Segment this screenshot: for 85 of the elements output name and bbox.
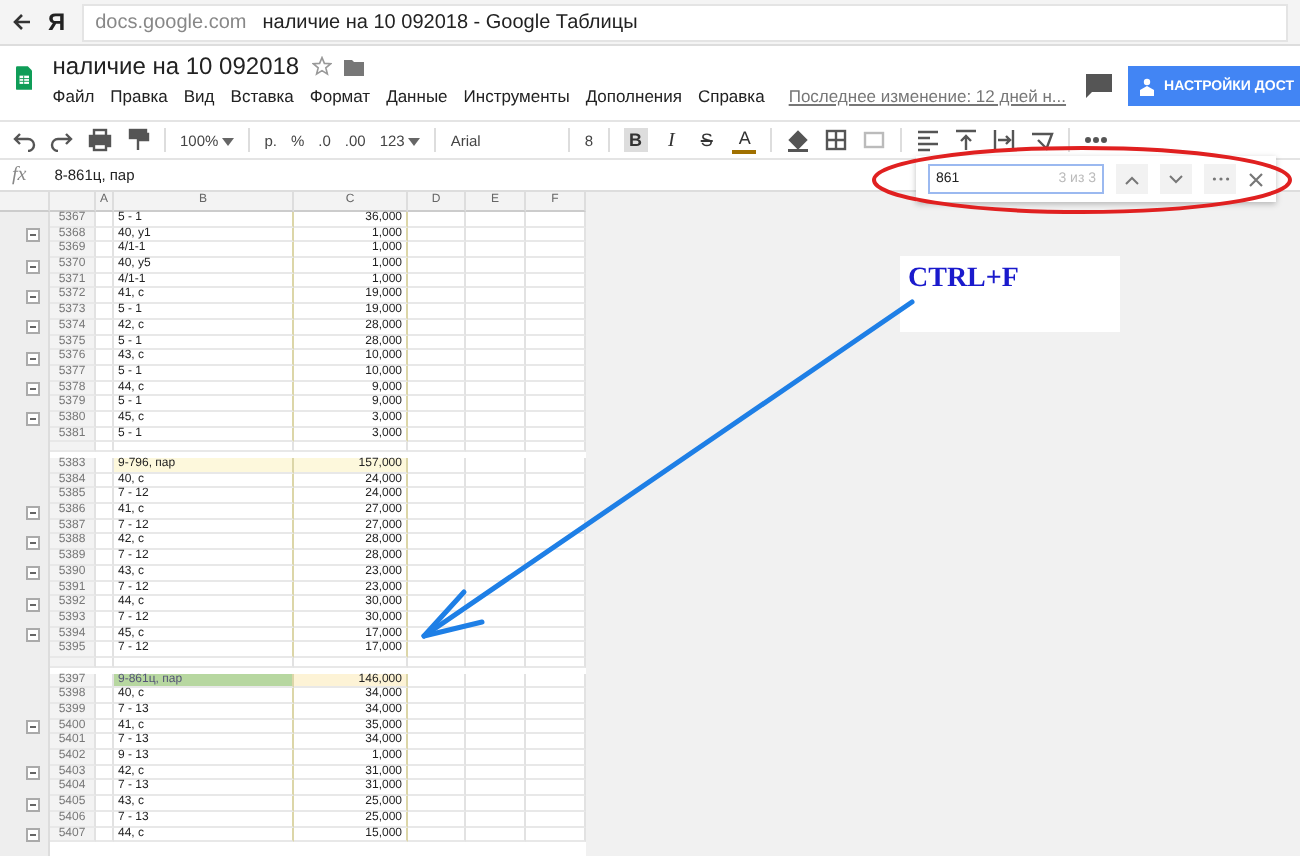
collapse-toggle-icon[interactable] <box>26 597 40 612</box>
collapse-toggle-icon[interactable] <box>26 351 40 366</box>
collapse-toggle-icon[interactable] <box>26 412 40 427</box>
star-icon[interactable] <box>311 56 332 76</box>
merge-cells-icon[interactable] <box>862 128 887 152</box>
empty-cell <box>466 734 526 751</box>
empty-cell <box>408 411 466 428</box>
chevron-down-icon <box>1168 173 1184 185</box>
chevron-up-icon <box>1124 173 1140 185</box>
collapse-toggle-icon[interactable] <box>26 828 40 842</box>
empty-cell <box>408 780 466 797</box>
bold-button[interactable]: B <box>623 128 649 152</box>
empty-cell <box>526 288 586 305</box>
text-rotate-icon[interactable] <box>1030 128 1055 152</box>
empty-cell <box>466 488 526 505</box>
menu-item[interactable]: Справка <box>697 86 765 106</box>
fill-color-icon[interactable] <box>786 128 811 152</box>
formula-label: fx <box>12 164 27 186</box>
italic-button[interactable]: I <box>662 127 681 153</box>
empty-cell <box>466 534 526 551</box>
empty-cell <box>526 242 586 259</box>
menu-item[interactable]: Инструменты <box>463 86 570 106</box>
collapse-toggle-icon[interactable] <box>26 320 40 335</box>
document-title[interactable]: наличие на 10 092018 <box>52 52 300 80</box>
browser-logo[interactable]: Я <box>48 8 66 36</box>
empty-cell <box>526 534 586 551</box>
collapse-toggle-icon[interactable] <box>26 259 40 274</box>
collapse-toggle-icon[interactable] <box>26 766 40 781</box>
collapse-toggle-icon[interactable] <box>26 566 40 581</box>
menu-item[interactable]: Правка <box>110 86 168 106</box>
vertical-align-icon[interactable] <box>954 128 979 152</box>
back-arrow-icon[interactable] <box>12 12 32 32</box>
address-bar[interactable]: docs.google.com наличие на 10 092018 - Google Таблицы <box>81 3 1288 41</box>
shortcut-label: CTRL+F <box>900 256 1120 332</box>
folder-icon[interactable] <box>343 57 364 75</box>
empty-cell <box>526 365 586 382</box>
empty-cell <box>526 411 586 428</box>
empty-cell <box>526 780 586 797</box>
menu-item[interactable]: Формат <box>309 86 371 106</box>
empty-cell <box>466 242 526 259</box>
menu-item[interactable]: Вид <box>183 86 215 106</box>
menu-item[interactable]: Файл <box>52 86 95 106</box>
empty-cell <box>408 734 466 751</box>
undo-icon[interactable] <box>12 128 36 152</box>
align-left-icon[interactable] <box>916 128 941 152</box>
collapse-toggle-icon[interactable] <box>26 628 40 643</box>
paint-format-icon[interactable] <box>126 128 150 152</box>
collapse-toggle-icon[interactable] <box>26 228 40 243</box>
menu-item[interactable]: Вставка <box>230 86 294 106</box>
menu-item[interactable]: Дополнения <box>585 86 682 106</box>
text-color-button[interactable]: A <box>732 127 757 153</box>
menu-item[interactable]: Данные <box>386 86 448 106</box>
next-match-button[interactable] <box>1160 164 1192 194</box>
empty-cell <box>408 365 466 382</box>
empty-cell <box>408 611 466 628</box>
text-wrap-icon[interactable] <box>992 128 1017 152</box>
more-icon <box>1211 176 1229 182</box>
collapse-toggle-icon[interactable] <box>26 720 40 735</box>
collapse-toggle-icon[interactable] <box>26 535 40 550</box>
empty-cell <box>466 288 526 305</box>
empty-cell <box>526 611 586 628</box>
close-icon[interactable] <box>1248 171 1264 187</box>
collapse-toggle-icon[interactable] <box>26 289 40 304</box>
empty-cell <box>466 780 526 797</box>
comment-icon[interactable] <box>1086 74 1113 98</box>
print-icon[interactable] <box>88 128 112 152</box>
empty-cell <box>408 534 466 551</box>
collapse-toggle-icon[interactable] <box>26 797 40 812</box>
collapse-toggle-icon[interactable] <box>26 382 40 397</box>
empty-cell <box>408 242 466 259</box>
empty-cell <box>408 488 466 505</box>
previous-match-button[interactable] <box>1116 164 1148 194</box>
empty-cell <box>466 411 526 428</box>
caret-icon <box>222 137 235 145</box>
empty-cell <box>526 734 586 751</box>
empty-cell <box>526 488 586 505</box>
empty-cell <box>466 365 526 382</box>
empty-cell <box>408 288 466 305</box>
collapse-toggle-icon[interactable] <box>26 505 40 520</box>
borders-icon[interactable] <box>824 128 849 152</box>
strikethrough-button[interactable]: S <box>694 128 719 152</box>
person-icon <box>1138 77 1157 95</box>
last-edit-link[interactable]: Последнее изменение: 12 дней н... <box>788 86 1067 106</box>
redo-icon[interactable] <box>50 128 74 152</box>
caret-icon <box>408 137 421 145</box>
